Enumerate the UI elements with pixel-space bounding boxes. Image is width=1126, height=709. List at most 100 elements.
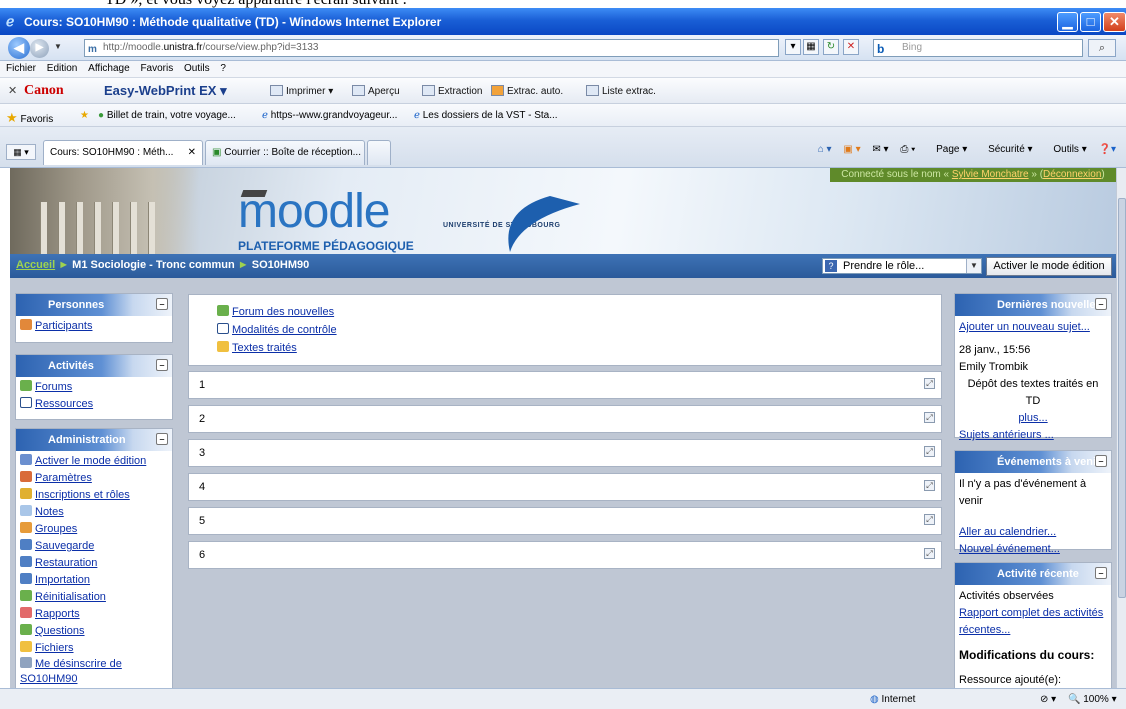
admin-roles-link[interactable]: Inscriptions et rôles	[35, 489, 130, 501]
admin-edit-mode-link[interactable]: Activer le mode édition	[35, 455, 146, 467]
new-event-link[interactable]: Nouvel événement...	[959, 543, 1060, 555]
forums-link[interactable]: Forums	[35, 381, 72, 393]
search-button[interactable]: ⌕	[1088, 39, 1116, 57]
role-select[interactable]: ? Prendre le rôle... ▼	[822, 258, 982, 274]
print-button[interactable]: Imprimer ▾	[270, 85, 333, 97]
news-forum-link[interactable]: Forum des nouvelles	[232, 306, 334, 318]
minimize-block-icon[interactable]: –	[156, 433, 168, 445]
admin-files-link[interactable]: Fichiers	[35, 642, 74, 654]
logout-link[interactable]: Déconnexion	[1043, 169, 1101, 180]
stop-icon[interactable]: ✕	[843, 39, 859, 55]
url-field[interactable]: m http://moodle.unistra.fr/course/view.ph…	[84, 39, 779, 57]
admin-grades-link[interactable]: Notes	[35, 506, 64, 518]
user-link[interactable]: Sylvie Monchatre	[952, 169, 1029, 180]
minimize-block-icon[interactable]: –	[156, 298, 168, 310]
forward-button[interactable]: ▶	[30, 39, 49, 58]
tools-menu[interactable]: Outils ▾	[1044, 144, 1086, 155]
back-button[interactable]: ◀	[8, 37, 30, 59]
menu-affichage[interactable]: Affichage	[88, 63, 130, 74]
maximize-button[interactable]: □	[1080, 12, 1101, 32]
favorite-link-2[interactable]: ℯ https--www.grandvoyageur...	[262, 110, 397, 121]
calendar-link[interactable]: Aller au calendrier...	[959, 526, 1056, 538]
admin-restore-link[interactable]: Restauration	[35, 557, 97, 569]
favorites-button[interactable]: ★ Favoris	[6, 110, 53, 126]
admin-groups-link[interactable]: Groupes	[35, 523, 77, 535]
auto-extraction-button[interactable]: Extrac. auto.	[491, 85, 563, 97]
url-dropdown-icon[interactable]: ▾	[785, 39, 801, 55]
no-events-text: Il n'y a pas d'événement à venir	[959, 478, 1087, 507]
history-dropdown-icon[interactable]: ▼	[54, 42, 62, 51]
zoom-control[interactable]: 🔍 100% ▾	[1068, 694, 1117, 705]
minimize-block-icon[interactable]: –	[156, 359, 168, 371]
document-text-strip: TD », et vous voyez apparaître l'écran s…	[0, 0, 1126, 8]
favorite-link-1[interactable]: ● Billet de train, votre voyage...	[98, 110, 236, 121]
admin-import-link[interactable]: Importation	[35, 574, 90, 586]
add-favorites-icon[interactable]: ★	[80, 110, 89, 121]
preview-button[interactable]: Aperçu	[352, 85, 400, 97]
breadcrumb-home[interactable]: Accueil	[16, 259, 55, 271]
admin-reports-link[interactable]: Rapports	[35, 608, 80, 620]
tab-mail[interactable]: ▣ Courrier :: Boîte de réception...	[205, 140, 365, 165]
minimize-block-icon[interactable]: –	[1095, 298, 1107, 310]
texts-folder-link[interactable]: Textes traités	[232, 342, 297, 354]
easy-webprint-menu[interactable]: Easy-WebPrint EX ▾	[104, 83, 227, 99]
close-button[interactable]: ✕	[1103, 12, 1126, 32]
course-section-5: 5 ⤢	[188, 507, 942, 535]
admin-questions-link[interactable]: Questions	[35, 625, 85, 637]
full-report-link[interactable]: Rapport complet des activités récentes..…	[959, 607, 1103, 636]
menu-favoris[interactable]: Favoris	[140, 63, 173, 74]
news-more-link[interactable]: plus...	[1018, 412, 1047, 424]
assessment-link[interactable]: Modalités de contrôle	[232, 324, 337, 336]
menu-help[interactable]: ?	[220, 63, 226, 74]
favorite-link-3[interactable]: ℯ Les dossiers de la VST - Sta...	[414, 110, 558, 121]
course-section-1: 1 ⤢	[188, 371, 942, 399]
refresh-icon[interactable]: ↻	[823, 39, 839, 55]
extraction-list-button[interactable]: Liste extrac.	[586, 85, 656, 97]
import-icon	[20, 573, 32, 584]
extraction-button[interactable]: Extraction	[422, 85, 482, 97]
observed-text: Activités observées	[959, 590, 1054, 602]
expand-section-icon[interactable]: ⤢	[924, 514, 935, 525]
scrollbar-thumb[interactable]	[1118, 198, 1126, 598]
participants-link[interactable]: Participants	[35, 320, 92, 332]
page-menu[interactable]: Page ▾	[927, 144, 967, 155]
menu-edition[interactable]: Edition	[47, 63, 78, 74]
admin-unenrol-link[interactable]: Me désinscrire de SO10HM90	[20, 658, 122, 685]
close-toolbar-icon[interactable]: ✕	[8, 84, 17, 97]
home-icon[interactable]: ⌂ ▾	[818, 144, 832, 155]
compat-view-icon[interactable]: ▦	[803, 39, 819, 55]
edit-mode-button[interactable]: Activer le mode édition	[986, 257, 1112, 276]
course-section-6: 6 ⤢	[188, 541, 942, 569]
security-menu[interactable]: Sécurité ▾	[979, 144, 1033, 155]
expand-section-icon[interactable]: ⤢	[924, 412, 935, 423]
protected-mode-icon[interactable]: ⊘ ▾	[1040, 694, 1056, 705]
search-input[interactable]: b Bing	[873, 39, 1083, 57]
globe-icon: ◍	[870, 694, 879, 705]
administration-block: Administration – Activer le mode édition …	[15, 428, 173, 688]
menu-fichier[interactable]: Fichier	[6, 63, 36, 74]
print-icon[interactable]: ⎙ ▾	[900, 144, 915, 155]
block-header: Activités –	[16, 355, 172, 377]
resources-link[interactable]: Ressources	[35, 398, 93, 410]
expand-section-icon[interactable]: ⤢	[924, 480, 935, 491]
minimize-block-icon[interactable]: –	[1095, 455, 1107, 467]
older-topics-link[interactable]: Sujets antérieurs ...	[959, 429, 1054, 441]
expand-section-icon[interactable]: ⤢	[924, 548, 935, 559]
mail-icon[interactable]: ✉ ▾	[872, 144, 888, 155]
admin-backup-link[interactable]: Sauvegarde	[35, 540, 94, 552]
admin-reset-link[interactable]: Réinitialisation	[35, 591, 106, 603]
menu-outils[interactable]: Outils	[184, 63, 210, 74]
help-icon[interactable]: ❓▾	[1099, 144, 1116, 155]
events-block: Événements à venir – Il n'y a pas d'événe…	[954, 450, 1112, 555]
expand-section-icon[interactable]: ⤢	[924, 378, 935, 389]
vertical-scrollbar[interactable]	[1116, 168, 1126, 688]
add-topic-link[interactable]: Ajouter un nouveau sujet...	[959, 321, 1090, 333]
quick-tabs-button[interactable]: ▦ ▾	[6, 144, 36, 160]
minimize-button[interactable]: ▁	[1057, 12, 1078, 32]
expand-section-icon[interactable]: ⤢	[924, 446, 935, 457]
feeds-icon[interactable]: ▣ ▾	[843, 144, 860, 155]
new-tab-button[interactable]	[367, 140, 391, 165]
tab-course[interactable]: Cours: SO10HM90 : Méth... ✕	[43, 140, 203, 165]
admin-settings-link[interactable]: Paramètres	[35, 472, 92, 484]
minimize-block-icon[interactable]: –	[1095, 567, 1107, 579]
